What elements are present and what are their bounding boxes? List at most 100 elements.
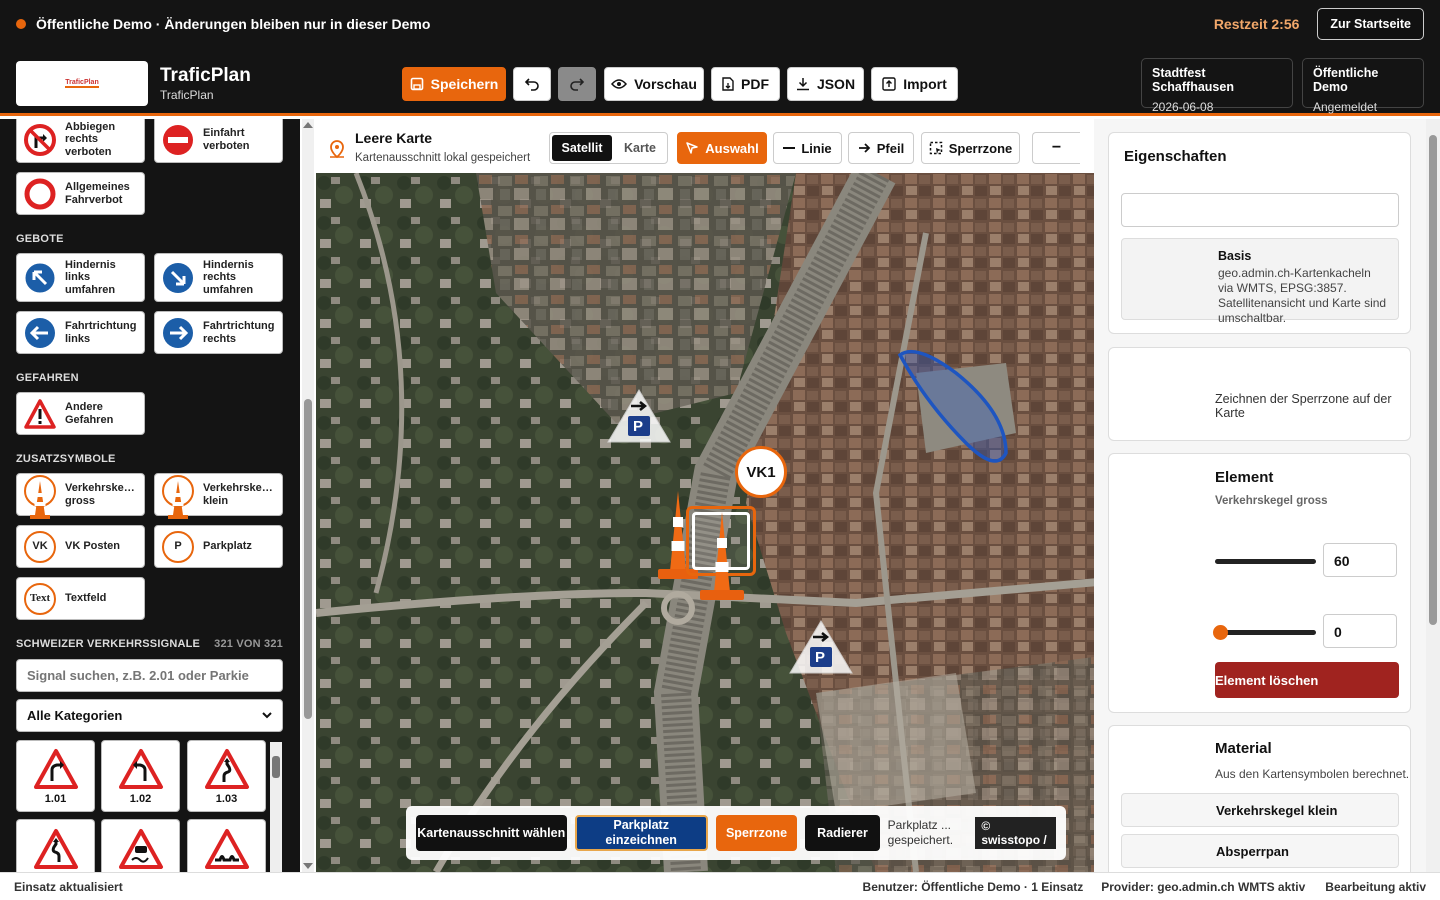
zoom-out-label: − (1051, 139, 1062, 156)
signal-grid-scrollbar[interactable] (270, 742, 282, 872)
size-slider[interactable] (1215, 559, 1316, 564)
app-logo[interactable]: TraficPlan (16, 61, 148, 106)
app-title: TraficPlan (160, 65, 251, 86)
category-select[interactable]: Alle Kategorien (16, 699, 283, 732)
eraser-button[interactable]: Radierer (805, 815, 880, 851)
symbol-no-entry[interactable]: Einfahrt verboten (154, 119, 283, 163)
signal-search-input[interactable] (16, 659, 283, 692)
tool-zone-button[interactable]: Sperrzone (921, 132, 1020, 164)
tool-select-label: Auswahl (705, 140, 759, 156)
signal-card[interactable] (16, 819, 95, 872)
redo-button[interactable] (558, 67, 596, 101)
basis-title: Basis (1218, 249, 1252, 263)
symbol-keep-left[interactable]: Hindernis links umfahren (16, 253, 145, 302)
vk-marker-label: VK1 (746, 463, 776, 481)
element-subtitle: Verkehrskegel gross (1215, 495, 1328, 507)
event-info[interactable]: Stadtfest Schaffhausen 2026-06-08 (1141, 58, 1293, 114)
material-item[interactable]: Absperrpan (1121, 834, 1399, 868)
properties-title: Eigenschaften (1124, 148, 1227, 165)
curve-right-sign-icon (33, 749, 78, 789)
home-button[interactable]: Zur Startseite (1317, 8, 1424, 40)
json-label: JSON (816, 76, 856, 92)
sidebar-scrollbar[interactable] (302, 119, 314, 872)
material-item[interactable]: Verkehrskegel klein (1121, 793, 1399, 827)
rotation-value-input[interactable]: 0 (1323, 614, 1397, 648)
preview-button[interactable]: Vorschau (604, 67, 704, 101)
map-bottom-toolbar: Kartenausschnitt wählen Parkplatz einzei… (406, 806, 1066, 860)
symbol-label: Allgemeines Fahrverbot (65, 181, 130, 206)
traffic-cone-small-icon (162, 474, 194, 519)
logo-text: TraficPlan (65, 79, 99, 88)
vk-post-marker[interactable]: VK1 (735, 446, 787, 498)
undo-button[interactable] (513, 67, 551, 101)
symbol-cone-large[interactable]: Verkehrske… gross (16, 473, 145, 519)
double-curve-left-sign-icon (33, 829, 78, 869)
signal-card[interactable]: 1.02 (101, 740, 180, 812)
symbol-keep-right[interactable]: Hindernis rechts umfahren (154, 253, 283, 302)
json-button[interactable]: JSON (787, 67, 864, 101)
chevron-down-icon (262, 712, 272, 719)
slider-handle[interactable] (1213, 625, 1228, 640)
signal-count: 321 VON 321 (214, 638, 283, 650)
account-status: Angemeldet (1313, 100, 1378, 114)
upload-icon (882, 77, 896, 91)
zoom-out-button[interactable]: − (1032, 132, 1080, 164)
symbol-label: Andere Gefahren (65, 401, 114, 426)
symbol-cone-small[interactable]: Verkehrske… klein (154, 473, 283, 519)
status-provider: Provider: geo.admin.ch WMTS aktiv (1101, 879, 1306, 894)
size-value-input[interactable]: 60 (1323, 543, 1397, 577)
map-header: Leere Karte Kartenausschnitt lokal gespe… (316, 119, 1196, 173)
symbol-turn-right[interactable]: Fahrtrichtung rechts (154, 311, 283, 354)
tool-line-button[interactable]: Linie (773, 132, 842, 164)
signal-code: 1.01 (44, 793, 67, 805)
document-icon (722, 77, 734, 91)
save-button[interactable]: Speichern (402, 67, 506, 101)
slippery-road-sign-icon (118, 829, 163, 869)
account-info[interactable]: Öffentliche Demo Angemeldet (1302, 58, 1424, 114)
remaining-time: Restzeit 2:56 (1213, 16, 1300, 32)
view-map-button[interactable]: Karte (615, 135, 665, 161)
delete-element-button[interactable]: Element löschen (1215, 662, 1399, 698)
symbol-parking[interactable]: P Parkplatz (154, 525, 283, 568)
symbol-no-right-turn[interactable]: Abbiegen rechts verboten (16, 119, 145, 163)
signal-card[interactable] (101, 819, 180, 872)
import-button[interactable]: Import (871, 67, 958, 101)
satellite-map[interactable]: P P VK1 (316, 173, 1202, 872)
signal-card[interactable] (187, 819, 266, 872)
signal-card[interactable]: 1.03 (187, 740, 266, 812)
map-pin-icon (330, 140, 344, 159)
symbol-text-field[interactable]: Text Textfeld (16, 577, 145, 620)
properties-input[interactable] (1121, 193, 1399, 227)
symbol-vk-post[interactable]: VK VK Posten (16, 525, 145, 568)
map-layer-title: Leere Karte (355, 130, 433, 146)
section-gefahren: GEFAHREN (16, 372, 79, 384)
signal-card[interactable]: 1.01 (16, 740, 95, 812)
symbol-label: Textfeld (65, 592, 107, 605)
symbol-turn-left[interactable]: Fahrtrichtung links (16, 311, 145, 354)
category-select-value: Alle Kategorien (27, 708, 123, 723)
text-badge-icon: Text (24, 582, 56, 615)
symbol-no-vehicles[interactable]: Allgemeines Fahrverbot (16, 172, 145, 215)
section-gebote: GEBOTE (16, 233, 64, 245)
pick-area-button[interactable]: Kartenausschnitt wählen (416, 815, 567, 851)
symbol-other-danger[interactable]: Andere Gefahren (16, 392, 145, 435)
tool-zone-label: Sperrzone (948, 140, 1013, 156)
zone-card: Zeichnen der Sperrzone auf der Karte (1108, 347, 1411, 441)
scrollbar-thumb[interactable] (1429, 135, 1437, 625)
parking-marker[interactable]: P (788, 619, 854, 675)
pdf-button[interactable]: PDF (711, 67, 780, 101)
tool-arrow-button[interactable]: Pfeil (848, 132, 914, 164)
properties-card: Eigenschaften Basis geo.admin.ch-Kartenk… (1108, 132, 1411, 334)
scrollbar-thumb[interactable] (304, 399, 312, 719)
properties-scrollbar[interactable] (1426, 119, 1440, 872)
map-canvas[interactable] (316, 173, 1202, 872)
tool-select-button[interactable]: Auswahl (677, 132, 767, 164)
place-parking-button[interactable]: Parkplatz einzeichnen (574, 815, 708, 851)
symbol-label: Verkehrske… gross (65, 482, 135, 507)
traffic-cone-large-icon[interactable] (696, 510, 748, 605)
properties-panel: Eigenschaften Basis geo.admin.ch-Kartenk… (1094, 119, 1426, 872)
zone-button[interactable]: Sperrzone (715, 815, 798, 851)
rotation-slider[interactable] (1213, 625, 1316, 640)
view-satellite-button[interactable]: Satellit (552, 135, 612, 161)
parking-marker[interactable]: P (606, 388, 672, 444)
